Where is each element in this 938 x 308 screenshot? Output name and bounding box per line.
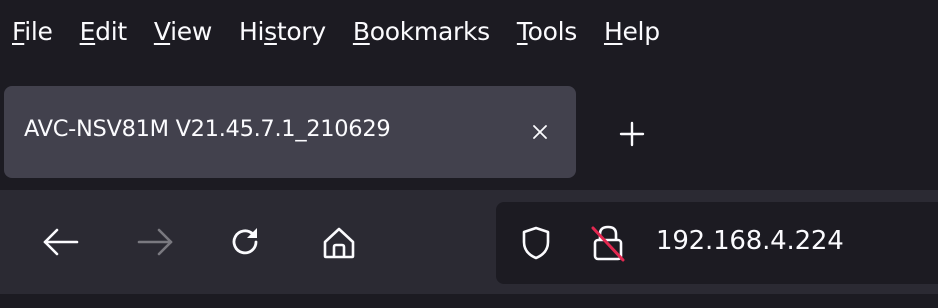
new-tab-button[interactable]	[612, 114, 652, 154]
home-button[interactable]	[316, 219, 362, 265]
close-icon[interactable]	[520, 112, 560, 152]
navigation-toolbar: 192.168.4.224	[0, 190, 938, 294]
back-arrow-icon	[43, 228, 79, 256]
tab-active[interactable]: AVC-NSV81M V21.45.7.1_210629	[4, 86, 576, 178]
menu-bar: File Edit View History Bookmarks Tools H…	[0, 0, 938, 62]
reload-icon	[232, 228, 258, 255]
menu-help[interactable]: Help	[604, 17, 660, 46]
menu-bookmarks[interactable]: Bookmarks	[353, 17, 490, 46]
shield-icon[interactable]	[518, 224, 554, 262]
plus-icon	[619, 121, 645, 147]
menu-edit[interactable]: Edit	[80, 17, 128, 46]
content-divider	[0, 294, 938, 308]
menu-tools[interactable]: Tools	[517, 17, 577, 46]
menu-view[interactable]: View	[154, 17, 212, 46]
url-text[interactable]: 192.168.4.224	[656, 226, 844, 256]
tab-strip: AVC-NSV81M V21.45.7.1_210629	[0, 62, 938, 190]
menu-history[interactable]: History	[239, 17, 326, 46]
home-icon	[323, 227, 355, 259]
forward-button[interactable]	[132, 219, 178, 265]
forward-arrow-icon	[137, 228, 173, 256]
reload-button[interactable]	[222, 219, 268, 265]
back-button[interactable]	[38, 219, 84, 265]
menu-file[interactable]: File	[12, 17, 53, 46]
insecure-lock-icon[interactable]	[588, 222, 628, 264]
tab-title: AVC-NSV81M V21.45.7.1_210629	[24, 116, 391, 142]
browser-window: File Edit View History Bookmarks Tools H…	[0, 0, 938, 308]
url-bar[interactable]: 192.168.4.224	[496, 202, 938, 284]
